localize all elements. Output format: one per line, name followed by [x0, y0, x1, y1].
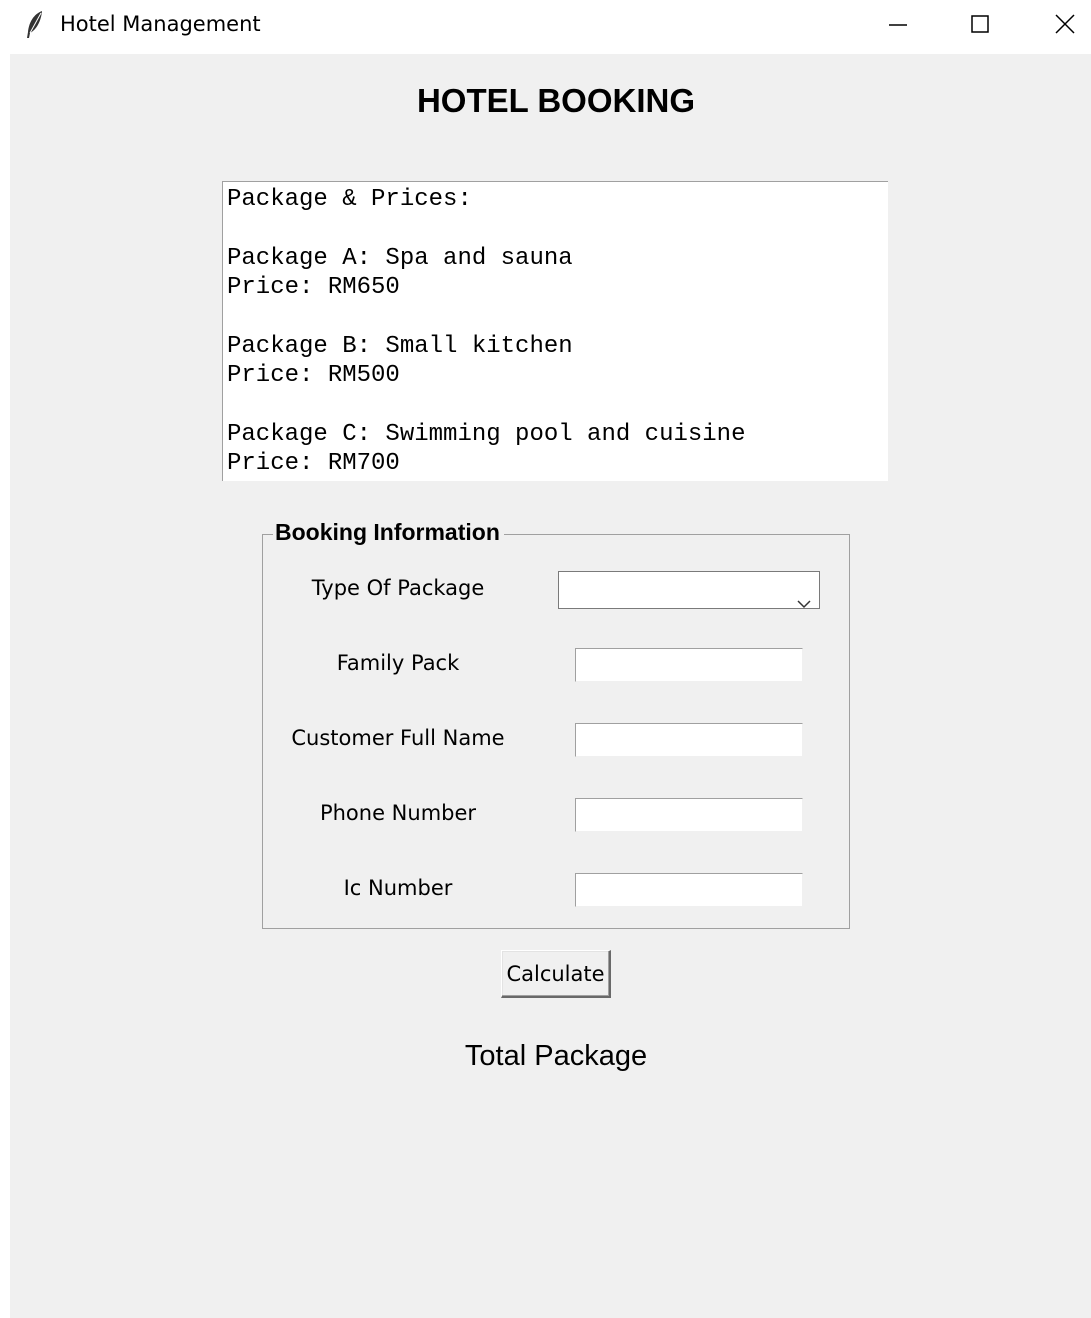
maximize-icon — [970, 14, 990, 39]
type-of-package-combobox[interactable] — [558, 571, 820, 609]
booking-information-frame: Booking Information Type Of Package Fami… — [262, 519, 850, 929]
page-title: HOTEL BOOKING — [416, 82, 696, 119]
window-title: Hotel Management — [60, 12, 261, 36]
packages-text-line: Price: RM700 — [227, 450, 400, 477]
title-bar: Hotel Management — [0, 0, 1091, 52]
close-icon — [1054, 13, 1076, 40]
packages-text-line: Package C: Swimming pool and cuisine — [227, 421, 746, 448]
family-pack-label: Family Pack — [336, 651, 460, 675]
type-of-package-label: Type Of Package — [311, 576, 485, 600]
close-button[interactable] — [1025, 0, 1091, 52]
minimize-button[interactable] — [858, 0, 938, 52]
phone-number-input[interactable] — [575, 798, 803, 832]
calculate-button[interactable]: Calculate — [501, 950, 611, 998]
packages-text-line: Price: RM500 — [227, 362, 400, 389]
packages-text-line: Package B: Small kitchen — [227, 333, 573, 360]
booking-information-title: Booking Information — [273, 519, 504, 546]
packages-text-line: Package & Prices: — [227, 186, 472, 213]
packages-text-line: Price: RM650 — [227, 274, 400, 301]
app-window: Hotel Management HOTEL BOOKING Package &… — [0, 0, 1091, 1318]
minimize-icon — [888, 14, 908, 39]
family-pack-input[interactable] — [575, 648, 803, 682]
client-area: HOTEL BOOKING Package & Prices: Package … — [10, 54, 1091, 1318]
maximize-button[interactable] — [940, 0, 1020, 52]
chevron-down-icon[interactable] — [797, 584, 811, 609]
packages-text-line: Package A: Spa and sauna — [227, 245, 573, 272]
packages-text-box[interactable]: Package & Prices: Package A: Spa and sau… — [222, 181, 888, 481]
feather-icon — [24, 10, 46, 40]
phone-number-label: Phone Number — [319, 801, 477, 825]
ic-number-label: Ic Number — [343, 876, 453, 900]
customer-full-name-input[interactable] — [575, 723, 803, 757]
ic-number-input[interactable] — [575, 873, 803, 907]
total-package-label: Total Package — [464, 1040, 648, 1072]
customer-full-name-label: Customer Full Name — [291, 726, 505, 750]
